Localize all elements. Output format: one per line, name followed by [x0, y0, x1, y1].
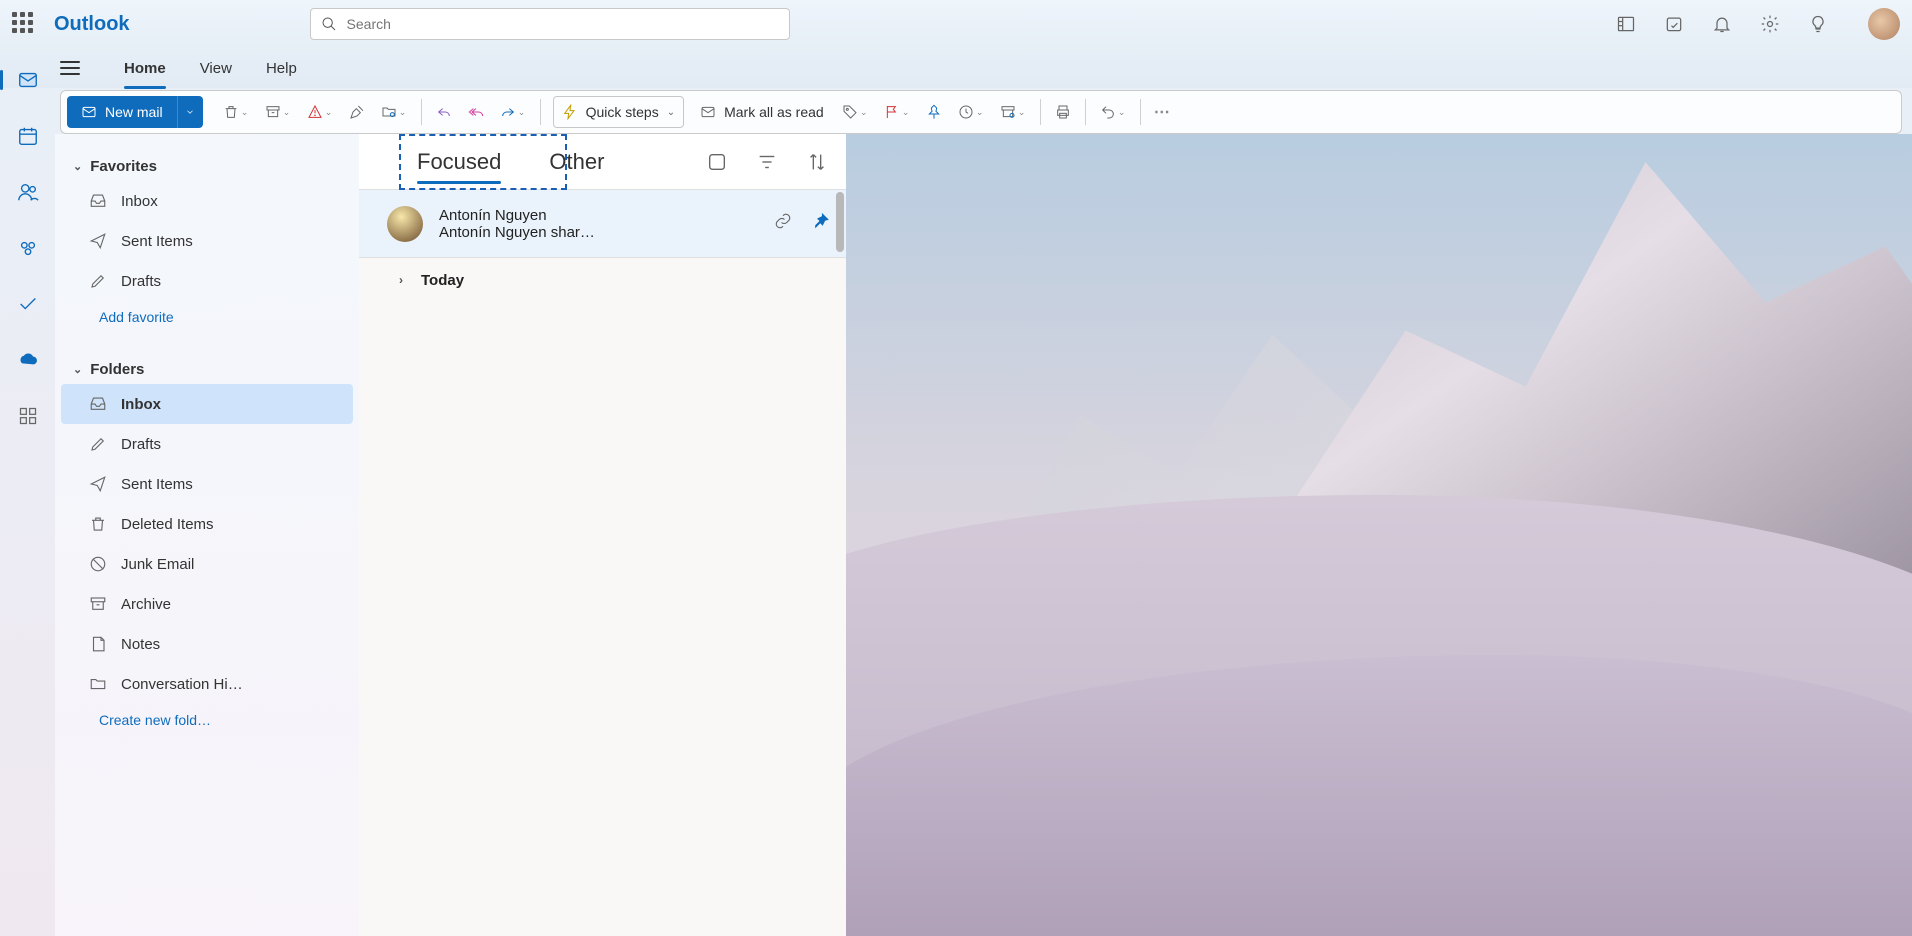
myday-icon[interactable] — [1664, 14, 1684, 34]
pin-icon[interactable] — [812, 212, 830, 235]
reply-button[interactable] — [428, 96, 460, 128]
favorites-section[interactable]: ⌄Favorites — [55, 152, 359, 181]
inbox-icon — [89, 395, 107, 413]
tips-icon[interactable] — [1808, 14, 1828, 34]
app-launcher[interactable] — [12, 12, 36, 36]
junk-icon — [89, 555, 107, 573]
nav-toggle[interactable] — [60, 61, 80, 75]
rail-calendar[interactable] — [14, 122, 42, 150]
new-mail-dropdown[interactable] — [177, 96, 203, 128]
reading-pane — [846, 134, 1912, 936]
print-button[interactable] — [1047, 96, 1079, 128]
drafts-icon — [89, 435, 107, 453]
message-list-pane: Focused Other Antonín Nguyen Antonín Ngu… — [359, 134, 846, 936]
drafts-icon — [89, 272, 107, 290]
favorites-inbox[interactable]: Inbox — [61, 181, 353, 221]
folder-notes[interactable]: Notes — [61, 624, 353, 664]
forward-button[interactable]: ⌄ — [492, 96, 534, 128]
archive-button[interactable]: ⌄ — [257, 96, 299, 128]
new-mail-button[interactable]: New mail — [67, 96, 177, 128]
folders-section[interactable]: ⌄Folders — [55, 355, 359, 384]
quick-steps-button[interactable]: Quick steps ⌄ — [553, 96, 685, 128]
tab-home[interactable]: Home — [124, 54, 166, 83]
archive-icon — [89, 595, 107, 613]
favorites-drafts[interactable]: Drafts — [61, 261, 353, 301]
folder-sent[interactable]: Sent Items — [61, 464, 353, 504]
scrollbar-thumb[interactable] — [836, 192, 844, 252]
notifications-icon[interactable] — [1712, 14, 1732, 34]
flag-button[interactable]: ⌄ — [876, 96, 918, 128]
favorites-sent[interactable]: Sent Items — [61, 221, 353, 261]
search-icon — [321, 16, 337, 32]
search-box[interactable] — [310, 8, 790, 40]
link-icon — [774, 212, 792, 235]
new-mail-split-button[interactable]: New mail — [67, 96, 203, 128]
settings-icon[interactable] — [1760, 14, 1780, 34]
folder-icon — [89, 675, 107, 693]
folder-drafts[interactable]: Drafts — [61, 424, 353, 464]
folder-archive[interactable]: Archive — [61, 584, 353, 624]
tag-button[interactable]: ⌄ — [834, 96, 876, 128]
folder-inbox[interactable]: Inbox — [61, 384, 353, 424]
rail-people[interactable] — [14, 178, 42, 206]
divider — [1085, 99, 1086, 125]
select-mode-button[interactable] — [706, 151, 728, 173]
rules-button[interactable]: ⌄ — [992, 96, 1034, 128]
delete-button[interactable]: ⌄ — [215, 96, 257, 128]
folder-junk[interactable]: Junk Email — [61, 544, 353, 584]
rail-groups[interactable] — [14, 234, 42, 262]
add-favorite-link[interactable]: Add favorite — [55, 301, 359, 333]
trash-icon — [89, 515, 107, 533]
group-today[interactable]: › Today — [359, 258, 846, 302]
notes-icon — [89, 635, 107, 653]
filter-button[interactable] — [756, 151, 778, 173]
tab-other[interactable]: Other — [539, 141, 614, 183]
divider — [1140, 99, 1141, 125]
onenote-feed-icon[interactable] — [1616, 14, 1636, 34]
account-avatar[interactable] — [1868, 8, 1900, 40]
search-input[interactable] — [347, 16, 779, 32]
chevron-right-icon: › — [399, 273, 403, 287]
background-image — [846, 134, 1912, 936]
sent-icon — [89, 475, 107, 493]
undo-button[interactable]: ⌄ — [1092, 96, 1134, 128]
divider — [1040, 99, 1041, 125]
snooze-button[interactable]: ⌄ — [950, 96, 992, 128]
more-button[interactable]: ⋯ — [1147, 96, 1179, 128]
folder-pane: ⌄Favorites Inbox Sent Items Drafts Add f… — [55, 134, 359, 936]
sort-button[interactable] — [806, 151, 828, 173]
mail-subject: Antonín Nguyen shar… — [439, 224, 774, 241]
rail-mail[interactable] — [14, 66, 42, 94]
replyall-button[interactable] — [460, 96, 492, 128]
tab-focused[interactable]: Focused — [407, 141, 511, 183]
rail-onedrive[interactable] — [14, 346, 42, 374]
sent-icon — [89, 232, 107, 250]
divider — [421, 99, 422, 125]
sweep-button[interactable] — [341, 96, 373, 128]
divider — [540, 99, 541, 125]
folder-conversation-history[interactable]: Conversation Hi… — [61, 664, 353, 704]
report-button[interactable]: ⌄ — [299, 96, 341, 128]
inbox-icon — [89, 192, 107, 210]
mail-item-pinned[interactable]: Antonín Nguyen Antonín Nguyen shar… — [359, 190, 846, 258]
brand-label: Outlook — [54, 13, 130, 36]
tab-view[interactable]: View — [200, 54, 232, 83]
mail-from: Antonín Nguyen — [439, 207, 774, 224]
rail-more-apps[interactable] — [14, 402, 42, 430]
mark-all-read-button[interactable]: Mark all as read — [690, 96, 834, 128]
pin-button[interactable] — [918, 96, 950, 128]
create-folder-link[interactable]: Create new fold… — [55, 704, 359, 736]
sender-avatar — [387, 206, 423, 242]
tab-help[interactable]: Help — [266, 54, 297, 83]
moveto-button[interactable]: ⌄ — [373, 96, 415, 128]
rail-todo[interactable] — [14, 290, 42, 318]
folder-deleted[interactable]: Deleted Items — [61, 504, 353, 544]
